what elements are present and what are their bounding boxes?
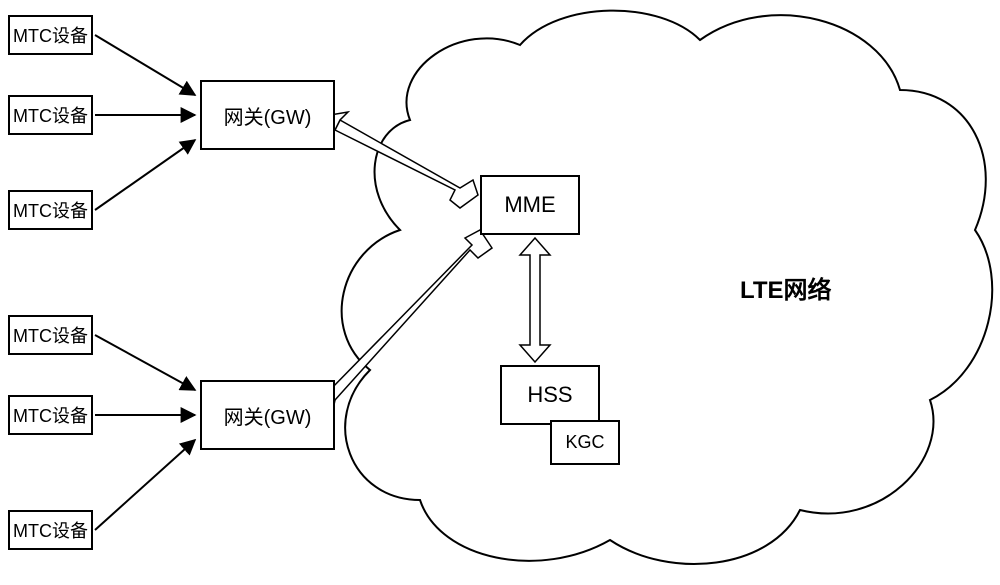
mtc-label: MTC设备 <box>13 517 88 543</box>
mtc-device-3: MTC设备 <box>8 190 93 230</box>
mtc-label: MTC设备 <box>13 197 88 223</box>
mtc-device-4: MTC设备 <box>8 315 93 355</box>
mtc-label: MTC设备 <box>13 102 88 128</box>
arrow-mtc4-gw2 <box>95 335 195 390</box>
arrow-mtc1-gw1 <box>95 35 195 95</box>
mtc-device-2: MTC设备 <box>8 95 93 135</box>
gw-label: 网关(GW) <box>224 101 312 130</box>
hss-node: HSS <box>500 365 600 425</box>
kgc-node: KGC <box>550 420 620 465</box>
mme-node: MME <box>480 175 580 235</box>
gateway-2: 网关(GW) <box>200 380 335 450</box>
mtc-label: MTC设备 <box>13 402 88 428</box>
gw-label: 网关(GW) <box>224 401 312 430</box>
mtc-label: MTC设备 <box>13 322 88 348</box>
mtc-device-1: MTC设备 <box>8 15 93 55</box>
cloud-shape <box>342 11 993 564</box>
arrow-mtc3-gw1 <box>95 140 195 210</box>
mtc-label: MTC设备 <box>13 22 88 48</box>
mtc-device-6: MTC设备 <box>8 510 93 550</box>
mme-label: MME <box>504 192 555 218</box>
mtc-device-5: MTC设备 <box>8 395 93 435</box>
kgc-label: KGC <box>565 432 604 453</box>
arrow-mtc6-gw2 <box>95 440 195 530</box>
lte-network-label: LTE网络 <box>740 270 832 305</box>
gateway-1: 网关(GW) <box>200 80 335 150</box>
arrow-gw1-mme <box>320 112 478 208</box>
arrow-mme-hss <box>520 238 550 362</box>
hss-label: HSS <box>527 382 572 408</box>
arrow-gw2-mme <box>315 230 492 415</box>
